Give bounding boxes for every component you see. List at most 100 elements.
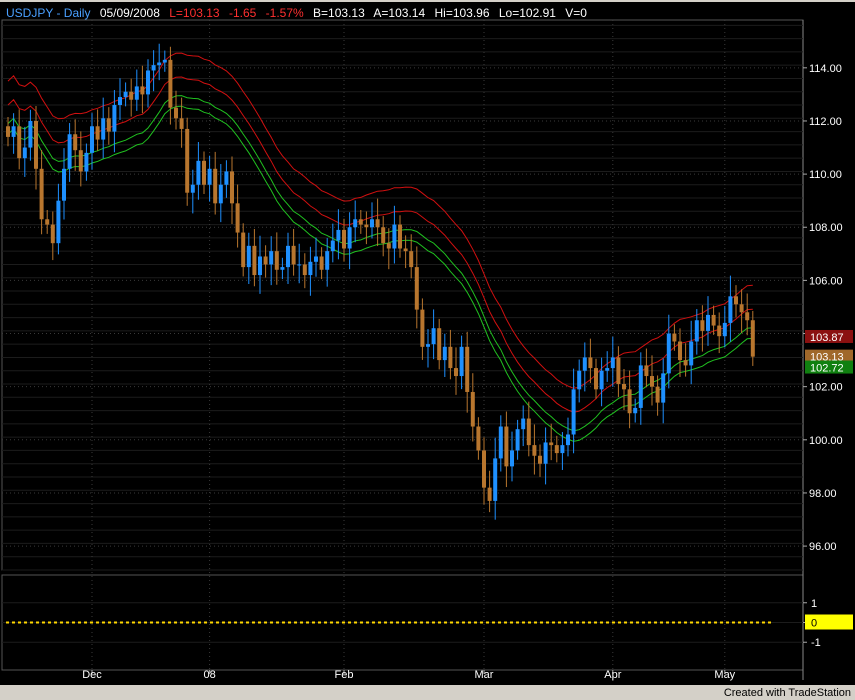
candle-down[interactable] [454,368,458,377]
candle-up[interactable] [246,245,251,268]
candle-down[interactable] [235,203,240,233]
candle-up[interactable] [521,418,526,430]
candle-down[interactable] [185,128,190,193]
candle-up[interactable] [353,219,358,228]
candle-down[interactable] [420,309,425,347]
candle-up[interactable] [493,458,498,501]
candle-up[interactable] [84,152,89,172]
candle-down[interactable] [414,267,419,310]
candle-down[interactable] [739,304,744,313]
candle-down[interactable] [6,126,10,137]
candle-up[interactable] [56,200,61,244]
candle-up[interactable] [157,62,162,66]
candle-up[interactable] [314,256,318,262]
candle-up[interactable] [605,368,610,371]
candle-up[interactable] [196,160,201,185]
candle-down[interactable] [179,118,184,129]
candle-down[interactable] [263,256,268,265]
candle-down[interactable] [616,357,621,385]
candle-down[interactable] [700,320,705,331]
candle-down[interactable] [745,312,750,321]
candle-up[interactable] [722,322,727,337]
candle-up[interactable] [706,314,710,331]
candle-down[interactable] [476,426,481,451]
candle-down[interactable] [202,160,206,185]
candle-down[interactable] [532,445,537,456]
candle-up[interactable] [297,264,302,266]
candle-up[interactable] [207,168,212,185]
candle-down[interactable] [717,325,722,337]
price-chart[interactable]: 114.00112.00110.00108.00106.00104.00102.… [0,0,855,700]
candle-up[interactable] [610,357,615,369]
candle-up[interactable] [571,389,576,435]
candle-up[interactable] [224,171,229,185]
candle-up[interactable] [728,296,733,323]
candle-up[interactable] [666,333,671,374]
candle-down[interactable] [409,251,414,268]
candle-up[interactable] [134,86,139,100]
candle-up[interactable] [258,256,262,276]
candle-down[interactable] [655,386,660,403]
candle-down[interactable] [403,248,408,252]
candle-down[interactable] [487,487,492,501]
candle-down[interactable] [437,328,442,361]
candle-up[interactable] [543,442,548,464]
candle-up[interactable] [694,320,699,342]
candle-up[interactable] [633,407,638,414]
candle-down[interactable] [129,91,134,100]
candle-down[interactable] [398,224,402,249]
candle-down[interactable] [678,341,682,361]
candle-up[interactable] [442,346,447,361]
candle-down[interactable] [683,360,688,366]
candle-down[interactable] [627,389,632,414]
candle-up[interactable] [459,346,464,377]
candle-up[interactable] [123,91,128,98]
candle-up[interactable] [689,341,694,366]
candle-up[interactable] [28,120,33,148]
candle-down[interactable] [140,86,145,95]
candle-down[interactable] [106,118,111,132]
candle-down[interactable] [644,365,649,377]
candle-down[interactable] [375,219,380,228]
candle-down[interactable] [364,224,369,228]
candle-up[interactable] [498,426,503,459]
candle-down[interactable] [174,107,178,119]
candle-down[interactable] [465,346,470,392]
candle-down[interactable] [448,346,453,369]
candle-down[interactable] [73,134,78,151]
candle-up[interactable] [330,240,335,252]
candle-down[interactable] [241,232,246,268]
candle-down[interactable] [381,227,386,244]
candle-up[interactable] [431,328,436,345]
candle-down[interactable] [622,384,626,390]
candle-down[interactable] [750,320,755,357]
candle-down[interactable] [386,243,391,249]
candle-up[interactable] [90,126,94,153]
candle-down[interactable] [252,245,257,276]
candle-up[interactable] [22,147,27,159]
candle-down[interactable] [549,442,554,446]
candle-up[interactable] [286,245,290,268]
candle-up[interactable] [336,229,341,241]
candle-up[interactable] [162,59,167,63]
candle-down[interactable] [342,229,346,249]
candle-up[interactable] [118,97,122,106]
candle-down[interactable] [291,245,296,265]
candle-up[interactable] [280,267,285,270]
candle-up[interactable] [101,118,106,140]
candle-down[interactable] [39,168,44,220]
candle-up[interactable] [661,373,666,403]
candle-up[interactable] [370,219,374,228]
candle-up[interactable] [347,227,352,249]
candle-down[interactable] [50,224,55,244]
candle-up[interactable] [146,70,150,95]
candle-down[interactable] [538,455,542,464]
candle-down[interactable] [45,219,50,225]
candle-up[interactable] [190,184,195,193]
candle-down[interactable] [554,445,559,454]
candle-up[interactable] [582,357,587,371]
candle-up[interactable] [599,370,604,390]
candle-down[interactable] [230,171,234,204]
candle-up[interactable] [67,134,72,169]
candle-down[interactable] [672,333,677,342]
